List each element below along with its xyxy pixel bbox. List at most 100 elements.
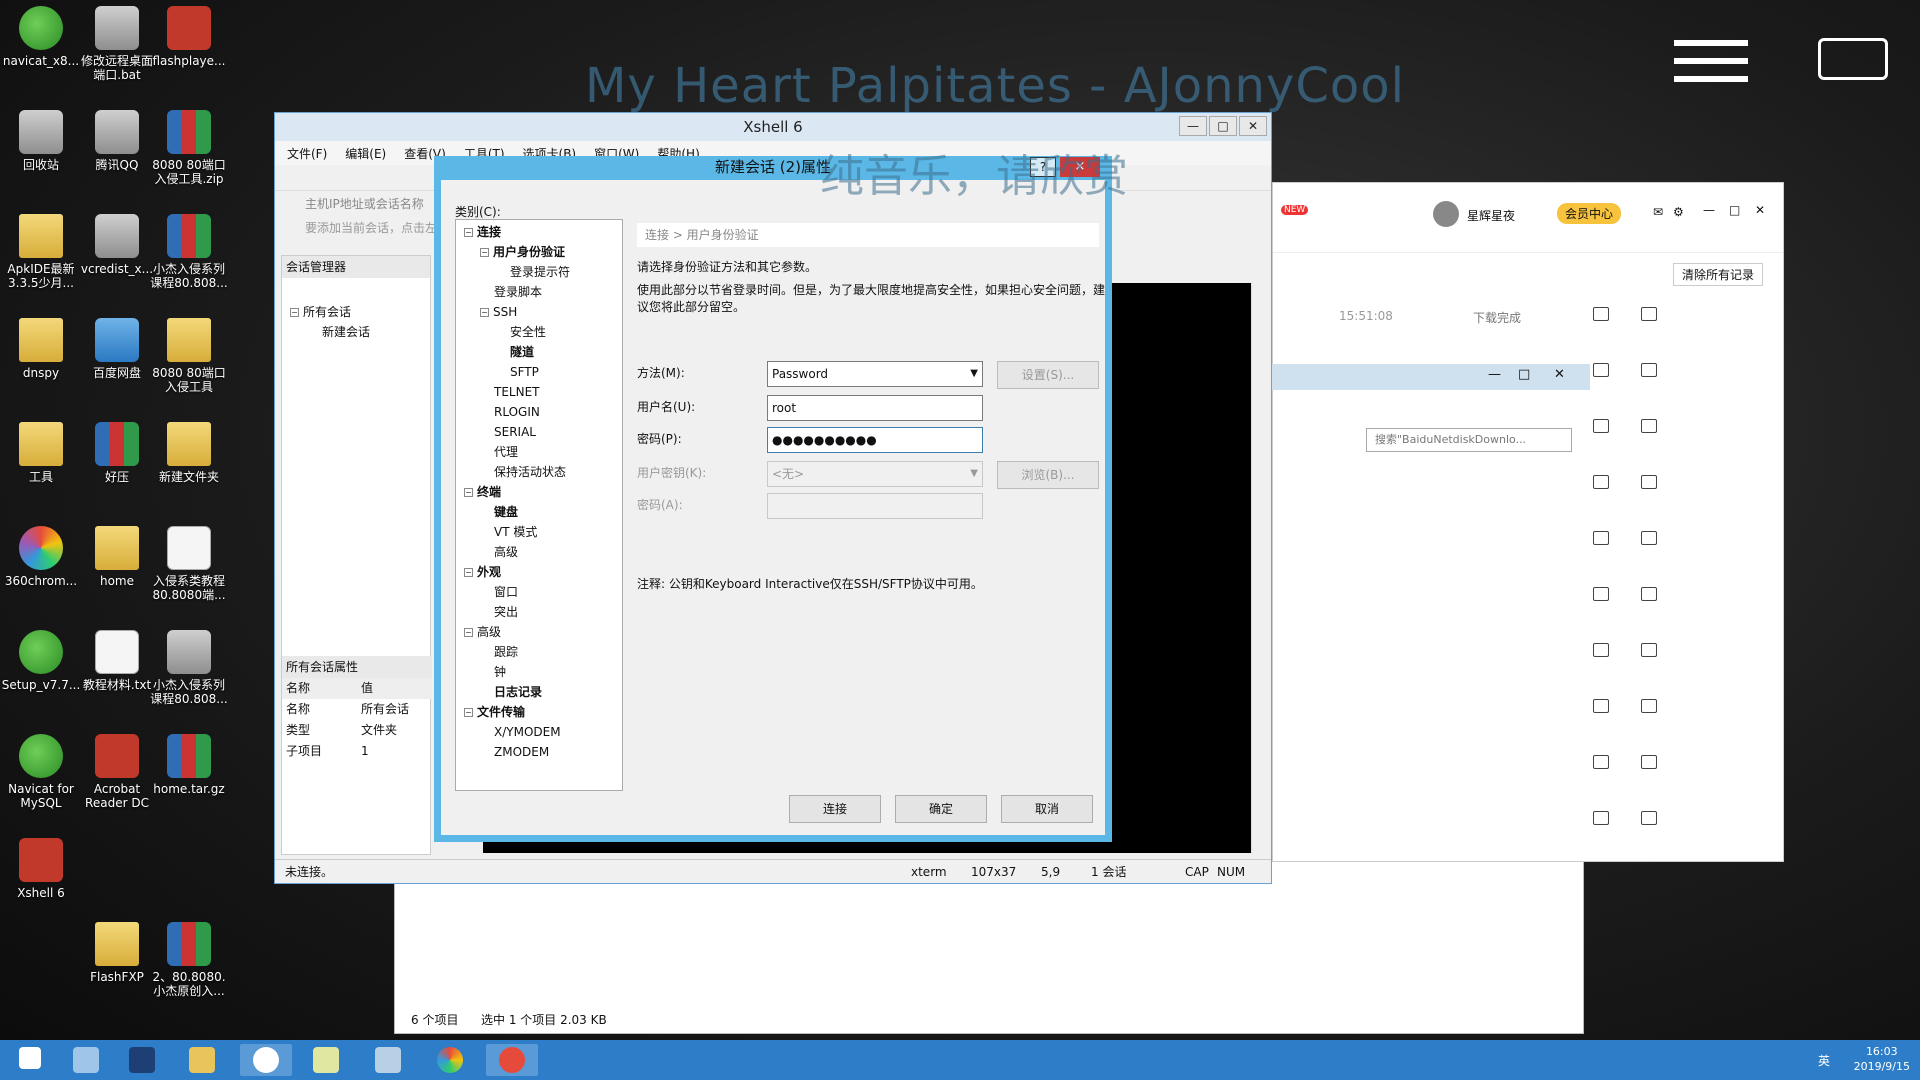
- chart-app-icon[interactable]: [300, 1044, 352, 1076]
- desktop-icon[interactable]: 2、80.8080.小杰原创入...: [148, 922, 230, 998]
- menu-item[interactable]: 文件(F): [287, 145, 327, 162]
- tree-item-all-sessions[interactable]: − 所有会话: [282, 302, 430, 322]
- category-item[interactable]: SFTP: [456, 362, 622, 382]
- server-manager-icon[interactable]: [60, 1044, 112, 1076]
- delete-icon[interactable]: [1641, 699, 1657, 713]
- category-item[interactable]: 隧道: [456, 342, 622, 362]
- delete-icon[interactable]: [1641, 643, 1657, 657]
- download-row[interactable]: [1593, 419, 1743, 439]
- desktop-icon[interactable]: 工具: [0, 422, 82, 484]
- download-row[interactable]: [1593, 699, 1743, 719]
- folder-icon[interactable]: [1593, 531, 1609, 545]
- folder-icon[interactable]: [1593, 587, 1609, 601]
- collapse-icon[interactable]: −: [464, 628, 473, 637]
- password-input[interactable]: ●●●●●●●●●●: [767, 427, 983, 453]
- desktop-icon[interactable]: FlashFXP: [76, 922, 158, 984]
- desktop-icon[interactable]: flashplaye...: [148, 6, 230, 68]
- category-item[interactable]: 保持活动状态: [456, 462, 622, 482]
- category-item[interactable]: − 文件传输: [456, 702, 622, 722]
- delete-icon[interactable]: [1641, 587, 1657, 601]
- minimize-button[interactable]: —: [1703, 203, 1715, 217]
- menu-icon[interactable]: [1674, 40, 1748, 86]
- category-item[interactable]: SERIAL: [456, 422, 622, 442]
- desktop-icon[interactable]: Xshell 6: [0, 838, 82, 900]
- category-item[interactable]: − 连接: [456, 222, 622, 242]
- category-item[interactable]: VT 模式: [456, 522, 622, 542]
- maximize-button[interactable]: □: [1518, 367, 1530, 382]
- cancel-button[interactable]: 取消: [1001, 795, 1093, 823]
- desktop-icon[interactable]: 入侵系类教程80.8080端...: [148, 526, 230, 602]
- minimize-button[interactable]: —: [1179, 116, 1207, 136]
- close-button[interactable]: ✕: [1755, 203, 1765, 217]
- ok-button[interactable]: 确定: [895, 795, 987, 823]
- desktop-icon[interactable]: 8080 80端口入侵工具: [148, 318, 230, 394]
- category-item[interactable]: X/YMODEM: [456, 722, 622, 742]
- xshell-taskbar-icon[interactable]: [486, 1044, 538, 1076]
- download-row[interactable]: [1593, 587, 1743, 607]
- app-icon[interactable]: [362, 1044, 414, 1076]
- desktop-icon[interactable]: Setup_v7.7...: [0, 630, 82, 692]
- collapse-icon[interactable]: −: [464, 568, 473, 577]
- category-item[interactable]: 窗口: [456, 582, 622, 602]
- avatar[interactable]: [1433, 201, 1459, 227]
- download-row[interactable]: [1593, 811, 1743, 831]
- username-input[interactable]: root: [767, 395, 983, 421]
- desktop-icon[interactable]: 新建文件夹: [148, 422, 230, 484]
- category-item[interactable]: 键盘: [456, 502, 622, 522]
- desktop-icon[interactable]: ApkIDE最新3.3.5少月...: [0, 214, 82, 290]
- connect-button[interactable]: 连接: [789, 795, 881, 823]
- desktop-icon[interactable]: 小杰入侵系列课程80.808...: [148, 630, 230, 706]
- desktop-icon[interactable]: 小杰入侵系列课程80.808...: [148, 214, 230, 290]
- download-row[interactable]: [1593, 363, 1743, 383]
- download-row[interactable]: [1593, 531, 1743, 551]
- desktop-icon[interactable]: home: [76, 526, 158, 588]
- file-explorer-icon[interactable]: [176, 1044, 228, 1076]
- folder-icon[interactable]: [1593, 475, 1609, 489]
- close-button[interactable]: ✕: [1554, 367, 1565, 382]
- download-row[interactable]: [1593, 475, 1743, 495]
- close-button[interactable]: ✕: [1239, 116, 1267, 136]
- desktop-icon[interactable]: Navicat for MySQL: [0, 734, 82, 810]
- category-item[interactable]: 登录提示符: [456, 262, 622, 282]
- browse-button[interactable]: 浏览(B)...: [997, 461, 1099, 489]
- settings-button[interactable]: 设置(S)...: [997, 361, 1099, 389]
- category-item[interactable]: 高级: [456, 542, 622, 562]
- folder-icon[interactable]: [1593, 307, 1609, 321]
- collapse-icon[interactable]: −: [464, 488, 473, 497]
- vip-center-button[interactable]: 会员中心: [1557, 203, 1622, 224]
- tree-item-new-session[interactable]: 新建会话: [282, 322, 430, 342]
- terminal-scrollbar[interactable]: [1251, 283, 1267, 853]
- delete-icon[interactable]: [1641, 419, 1657, 433]
- clock[interactable]: 16:03 2019/9/15: [1854, 1044, 1910, 1074]
- delete-icon[interactable]: [1641, 811, 1657, 825]
- minimize-button[interactable]: —: [1488, 367, 1501, 382]
- desktop-icon[interactable]: 8080 80端口入侵工具.zip: [148, 110, 230, 186]
- desktop-icon[interactable]: 好压: [76, 422, 158, 484]
- category-item[interactable]: RLOGIN: [456, 402, 622, 422]
- desktop-icon[interactable]: 教程材料.txt: [76, 630, 158, 692]
- delete-icon[interactable]: [1641, 531, 1657, 545]
- baidu-netdisk-taskbar-icon[interactable]: [240, 1044, 292, 1076]
- category-item[interactable]: 日志记录: [456, 682, 622, 702]
- category-item[interactable]: ZMODEM: [456, 742, 622, 762]
- desktop-icon[interactable]: 360chrom...: [0, 526, 82, 588]
- powershell-icon[interactable]: [116, 1044, 168, 1076]
- folder-icon[interactable]: [1593, 755, 1609, 769]
- explorer-search-input[interactable]: 搜索"BaiduNetdiskDownlo...: [1366, 428, 1572, 452]
- desktop-icon[interactable]: vcredist_x...: [76, 214, 158, 276]
- user-name[interactable]: 星辉星夜: [1467, 207, 1515, 224]
- collapse-icon[interactable]: −: [464, 708, 473, 717]
- category-item[interactable]: 代理: [456, 442, 622, 462]
- desktop-icon[interactable]: navicat_x8...: [0, 6, 82, 68]
- browser-taskbar-icon[interactable]: [424, 1044, 476, 1076]
- category-item[interactable]: − 高级: [456, 622, 622, 642]
- category-item[interactable]: − 终端: [456, 482, 622, 502]
- passphrase-input[interactable]: [767, 493, 983, 519]
- category-item[interactable]: − 用户身份验证: [456, 242, 622, 262]
- menu-item[interactable]: 编辑(E): [345, 145, 386, 162]
- folder-icon[interactable]: [1593, 811, 1609, 825]
- desktop-icon[interactable]: 腾讯QQ: [76, 110, 158, 172]
- collapse-icon[interactable]: −: [464, 228, 473, 237]
- category-item[interactable]: 钟: [456, 662, 622, 682]
- desktop-icon[interactable]: 百度网盘: [76, 318, 158, 380]
